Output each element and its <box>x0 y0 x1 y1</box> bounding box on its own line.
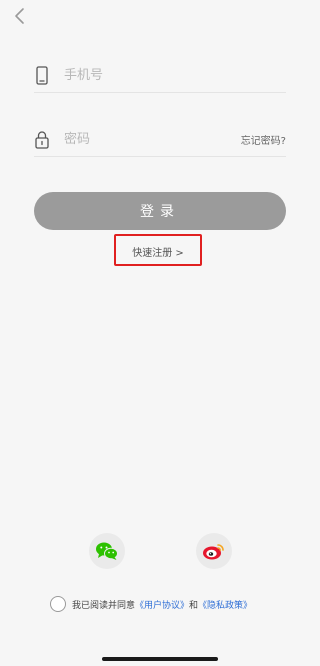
weibo-login-button[interactable] <box>196 533 232 569</box>
phone-row <box>34 58 286 93</box>
password-row: 忘记密码? <box>34 122 286 157</box>
top-bar <box>0 0 320 32</box>
phone-input[interactable] <box>64 58 264 92</box>
phone-icon <box>36 66 48 85</box>
user-agreement-link[interactable]: 《用户协议》 <box>135 601 189 611</box>
agreement-row: 我已阅读并同意《用户协议》和《隐私政策》 <box>50 596 310 614</box>
forgot-password-link[interactable]: 忘记密码? <box>241 132 286 147</box>
register-highlight-box: 快速注册 > <box>114 234 202 266</box>
home-indicator <box>102 657 218 661</box>
login-button[interactable]: 登录 <box>34 192 286 230</box>
agreement-conjunction: 和 <box>189 601 199 611</box>
password-input[interactable] <box>64 122 214 156</box>
lock-icon <box>35 131 49 149</box>
quick-register-link[interactable]: 快速注册 > <box>116 244 200 259</box>
privacy-policy-link[interactable]: 《隐私政策》 <box>198 601 252 611</box>
agreement-prefix: 我已阅读并同意 <box>72 601 136 611</box>
agree-radio[interactable] <box>50 596 66 612</box>
wechat-icon <box>96 542 118 560</box>
wechat-login-button[interactable] <box>89 533 125 569</box>
weibo-icon <box>203 544 224 560</box>
chevron-left-icon[interactable] <box>10 6 30 26</box>
agreement-text: 我已阅读并同意《用户协议》和《隐私政策》 <box>72 598 252 611</box>
